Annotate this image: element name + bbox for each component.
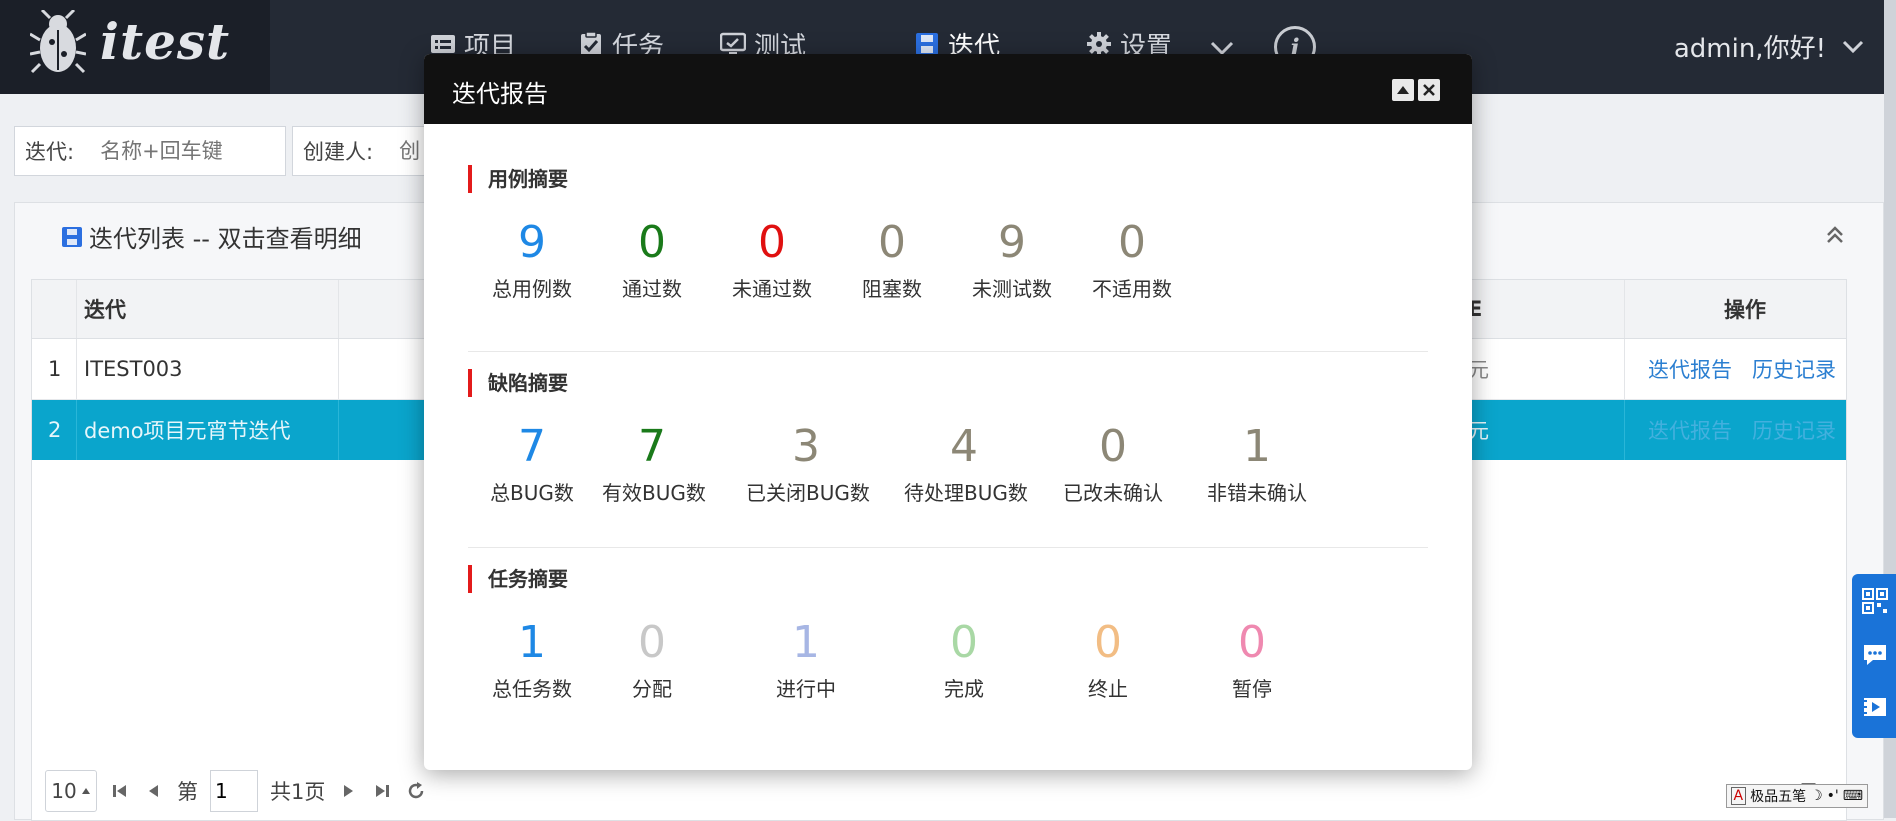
floppy-icon xyxy=(62,226,82,247)
ime-mode: A xyxy=(1730,787,1747,805)
section-divider xyxy=(468,547,1428,548)
moon-icon: ☽ xyxy=(1810,788,1823,804)
iteration-report-link[interactable]: 迭代报告 xyxy=(1648,339,1732,399)
refresh-icon[interactable] xyxy=(405,780,427,802)
row-index: 1 xyxy=(48,357,62,381)
stat-fixed-unconfirmed: 0 已改未确认 xyxy=(1063,421,1163,505)
page-size-select[interactable]: 10 xyxy=(45,770,97,812)
minimize-button[interactable] xyxy=(1392,79,1414,101)
history-record-link[interactable]: 历史记录 xyxy=(1752,339,1836,399)
row-iteration-name: ITEST003 xyxy=(84,357,183,381)
stat-total-tasks: 1 总任务数 xyxy=(492,617,572,701)
ime-label: 极品五笔 xyxy=(1750,789,1807,805)
last-page-icon[interactable] xyxy=(371,780,393,802)
row-index: 2 xyxy=(48,418,62,442)
prev-page-icon[interactable] xyxy=(143,780,165,802)
dialog-title: 迭代报告 xyxy=(452,80,548,108)
column-header-iteration[interactable]: 迭代 xyxy=(84,280,126,338)
filter-label: 创建人: xyxy=(303,140,374,164)
bug-logo-icon xyxy=(30,10,86,74)
defect-summary-section: 缺陷摘要 7 总BUG数 7 有效BUG数 3 已关闭BUG数 4 待处理BUG数 0已… xyxy=(468,369,1428,519)
stat-paused: 0 暂停 xyxy=(1232,617,1272,701)
qrcode-icon[interactable] xyxy=(1862,588,1888,614)
history-record-link[interactable]: 历史记录 xyxy=(1752,400,1836,460)
stat-total-cases: 9 总用例数 xyxy=(492,217,572,301)
stat-valid-bugs: 7 有效BUG数 xyxy=(602,421,706,505)
user-greeting[interactable]: admin,你好! xyxy=(1674,28,1826,65)
page-prefix: 第 xyxy=(177,780,198,804)
panel-title: 迭代列表 -- 双击查看明细 xyxy=(61,219,362,254)
pagination: 10 第 共1页 xyxy=(45,770,427,812)
iteration-filter: 迭代: xyxy=(14,126,286,176)
stat-total-bugs: 7 总BUG数 xyxy=(490,421,574,505)
creator-filter: 创建人: xyxy=(292,126,444,176)
iteration-search-input[interactable] xyxy=(98,138,263,164)
ime-status-bar[interactable]: A 极品五笔 ☽ •' ⌨ xyxy=(1725,784,1868,808)
task-summary-section: 任务摘要 1 总任务数 0 分配 1 进行中 0 完成 0 终止 0 暂停 xyxy=(468,565,1428,715)
dialog-header: 迭代报告 xyxy=(424,54,1472,124)
section-title: 用例摘要 xyxy=(468,165,568,193)
logo[interactable]: itest xyxy=(0,0,270,94)
case-summary-section: 用例摘要 9 总用例数 0 通过数 0 未通过数 0 阻塞数 9 未测试数 0 不适用数 xyxy=(468,165,1428,315)
stat-blocked: 0 阻塞数 xyxy=(862,217,922,301)
section-title: 缺陷摘要 xyxy=(468,369,568,397)
punctuation-icon: •' xyxy=(1826,788,1839,804)
stat-untested: 9 未测试数 xyxy=(972,217,1052,301)
user-menu-chevron-icon[interactable] xyxy=(1840,38,1866,56)
page-total: 共1页 xyxy=(270,780,326,804)
logo-text: itest xyxy=(100,12,231,71)
floating-toolbar xyxy=(1852,574,1896,738)
filter-label: 迭代: xyxy=(25,140,75,164)
stat-not-bug-unconfirmed: 1 非错未确认 xyxy=(1207,421,1307,505)
video-icon[interactable] xyxy=(1862,694,1888,720)
first-page-icon[interactable] xyxy=(109,780,131,802)
page-number-input[interactable] xyxy=(210,770,258,812)
close-button[interactable] xyxy=(1418,79,1440,101)
iteration-report-link[interactable]: 迭代报告 xyxy=(1648,400,1732,460)
stat-failed: 0 未通过数 xyxy=(732,217,812,301)
stat-assigned: 0 分配 xyxy=(632,617,672,701)
keyboard-icon: ⌨ xyxy=(1842,788,1863,804)
caret-up-icon xyxy=(1397,86,1409,94)
next-page-icon[interactable] xyxy=(337,780,359,802)
caret-up-icon xyxy=(81,788,90,794)
section-divider xyxy=(468,351,1428,352)
chat-icon[interactable] xyxy=(1862,642,1888,668)
close-icon xyxy=(1423,84,1435,96)
row-iteration-name: demo项目元宵节迭代 xyxy=(84,419,291,443)
stat-pending-bugs: 4 待处理BUG数 xyxy=(904,421,1028,505)
column-header-actions: 操作 xyxy=(1724,298,1766,322)
collapse-icon[interactable] xyxy=(1823,223,1847,247)
iteration-report-dialog: 迭代报告 用例摘要 9 总用例数 0 通过数 0 未通过数 0 阻塞数 9 未测试数 0不… xyxy=(424,54,1472,770)
stat-terminated: 0 终止 xyxy=(1088,617,1128,701)
stat-passed: 0 通过数 xyxy=(622,217,682,301)
stat-completed: 0 完成 xyxy=(944,617,984,701)
stat-not-applicable: 0 不适用数 xyxy=(1092,217,1172,301)
stat-closed-bugs: 3 已关闭BUG数 xyxy=(746,421,870,505)
section-title: 任务摘要 xyxy=(468,565,568,593)
stat-in-progress: 1 进行中 xyxy=(776,617,836,701)
